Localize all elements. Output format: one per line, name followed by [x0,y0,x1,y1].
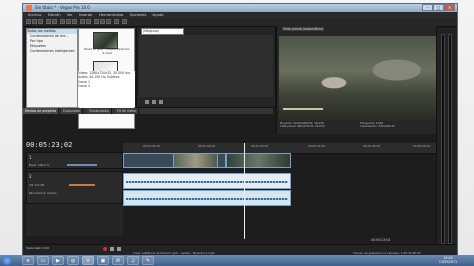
open-icon[interactable] [32,19,37,24]
channel-2: Canal 2 [78,84,91,89]
ruler-label: 00:05:04;29 [198,144,216,148]
menu-ver[interactable]: Ver [67,13,73,17]
level-slider[interactable] [67,164,97,166]
zoom-tool-icon[interactable] [106,19,111,24]
master-bus-meter [436,28,457,252]
preview-res: Vista previa: 480x270x32, 29,970i [280,125,325,128]
menu-ayuda[interactable]: Ayuda [152,13,163,17]
start-button[interactable] [2,256,12,265]
new-icon[interactable] [26,19,31,24]
tab-explorador[interactable]: Explorador [61,108,84,114]
maximize-button[interactable]: □ [433,4,444,11]
media-properties: Vídeo: 1280x720x32, 30,000 fps Audio: 44… [78,71,135,107]
app-icon[interactable]: ▣ [97,256,109,265]
end-time: 00:05:23;02 [371,238,391,242]
media-player-icon[interactable]: ▶ [52,256,64,265]
media-bin-tree: Todos los medios Contenedores de me... P… [26,28,78,108]
tab-fx-video[interactable]: FX de vídeo [115,108,139,114]
track-volume: Vol: 0,0 dB [29,183,45,187]
trimmer-dropdown[interactable]: (Ninguno) [141,28,184,35]
menu-opciones[interactable]: Opciones [130,13,147,17]
snap-icon[interactable] [114,19,119,24]
ruler-label: 00:06:04;29 [363,144,381,148]
app-icon[interactable]: ✉ [112,256,124,265]
video-clip[interactable] [173,153,218,168]
render-icon[interactable] [52,19,57,24]
transport-stop-icon[interactable] [117,247,121,251]
app-icon [26,5,32,11]
track-pan: Panorámica: Centro [29,191,57,195]
envelope-tool-icon[interactable] [100,19,105,24]
meter-left [441,34,445,244]
waveform [126,198,288,200]
vegas-window: Sin título * - Vegas Pro 10.0 – □ ✕ Arch… [22,3,458,257]
track-headers: 1 Nivel: 100,0 % 2 Vol: 0,0 dB Panorámic… [26,152,123,236]
undo-icon[interactable] [80,19,85,24]
menu-herramientas[interactable]: Herramientas [99,13,123,17]
ie-icon[interactable]: e [22,256,34,265]
cut-icon[interactable] [60,19,65,24]
meter-right [448,34,452,244]
audio-track-header: 2 Vol: 0,0 dB Panorámica: Centro [26,171,123,204]
vegas-icon[interactable]: V [82,256,94,265]
video-frame [279,36,436,121]
preview-mode[interactable]: Vista previa (automático) [282,27,325,31]
trimmer-panel: (Ninguno) [136,26,276,108]
tab-medios-proyecto[interactable]: Medios de proyecto [23,108,60,114]
trimmer-area[interactable] [139,35,273,97]
cursor-tool-icon[interactable] [94,19,99,24]
app-icon[interactable]: ✎ [142,256,154,265]
menu-edicion[interactable]: Edición [48,13,61,17]
ruler-label: 00:05:24;29 [251,144,269,148]
video-preview-panel: Vista previa (automático) Proyecto: 1920… [276,26,437,134]
redo-icon[interactable] [86,19,91,24]
ruler-label: 00:06:24;29 [413,144,431,148]
ruler-label: 00:04:44;29 [143,144,161,148]
track-level: Nivel: 100,0 % [29,163,50,167]
windows-taskbar: e ▭ ▶ ◎ V ▣ ✉ ♫ ✎ 19:00 13/03/2011 [0,255,474,266]
explorer-icon[interactable]: ▭ [37,256,49,265]
timeline-cursor[interactable] [244,143,245,239]
window-docking-tabs: Medios de proyecto Explorador Transicion… [23,108,273,114]
save-icon[interactable] [38,19,43,24]
rate-label: Velocidad: 0,00 [26,246,50,250]
preview-info: Proyecto: 1920x1080x32, 29,970i Vista pr… [280,122,436,134]
transport-play-icon[interactable] [110,247,114,251]
transport-record-icon[interactable] [103,247,107,251]
timecode-display: 00:05:23;02 [26,141,73,149]
menu-insertar[interactable]: Insertar [79,13,93,17]
chrome-icon[interactable]: ◎ [67,256,79,265]
copy-icon[interactable] [66,19,71,24]
audio-clip[interactable] [123,190,291,206]
properties-icon[interactable] [46,19,51,24]
video-track-header: 1 Nivel: 100,0 % [26,152,123,169]
tree-item[interactable]: Contenedores inteligentes [27,49,77,54]
display-res: Visualización: 320x180x32 [360,125,395,128]
menu-archivo[interactable]: Archivo [28,13,41,17]
audio-clip[interactable] [123,173,291,189]
media-label: Road to gold - Avatar Episodio 2.mp4 [84,47,130,55]
clock[interactable]: 19:00 13/03/2011 [430,256,466,264]
paste-icon[interactable] [72,19,77,24]
stop-icon[interactable] [152,100,156,104]
minimize-button[interactable]: – [422,4,433,11]
loop-icon[interactable] [159,100,163,104]
waveform [126,181,288,183]
app-icon[interactable]: ♫ [127,256,139,265]
close-button[interactable]: ✕ [444,4,455,11]
track-number: 1 [29,155,32,160]
volume-slider[interactable] [69,184,95,186]
track-number: 2 [29,174,32,179]
help-icon[interactable] [122,19,127,24]
play-icon[interactable] [145,100,149,104]
title-bar: Sin título * - Vegas Pro 10.0 – □ ✕ [23,4,457,12]
trimmer-transport [145,100,265,105]
video-clip[interactable] [226,153,291,168]
clock-date: 13/03/2011 [438,260,458,264]
window-title: Sin título * - Vegas Pro 10.0 [35,5,90,10]
ruler-label: 00:05:44;29 [308,144,326,148]
video-overlay-text [283,108,323,110]
tab-transiciones[interactable]: Transiciones [87,108,112,114]
